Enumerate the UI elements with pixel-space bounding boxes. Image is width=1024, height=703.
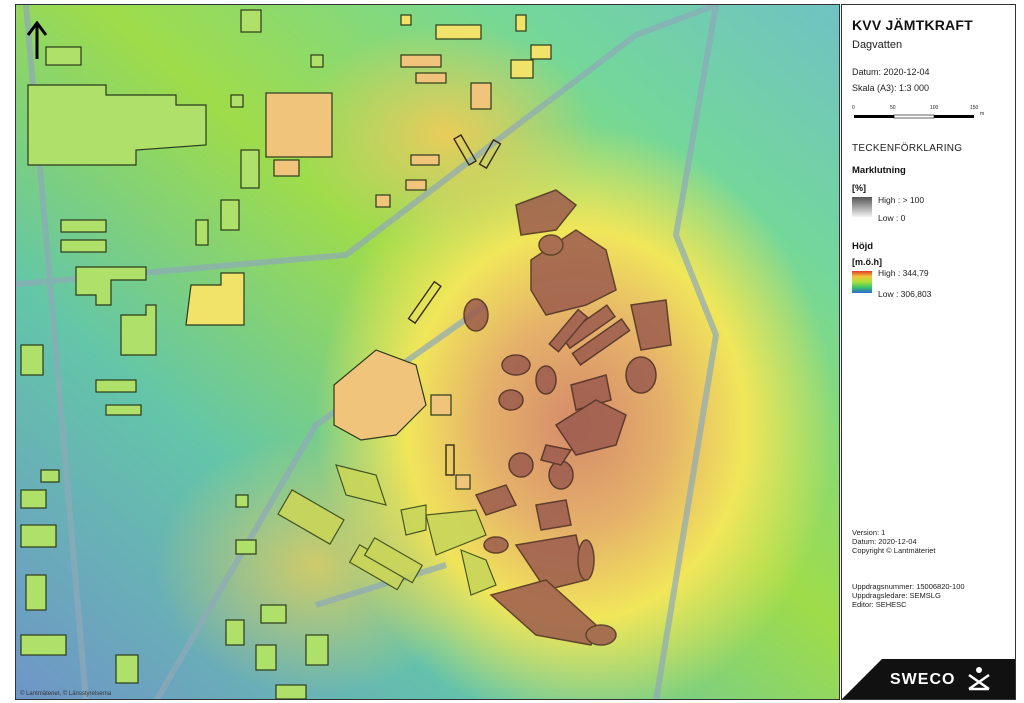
north-arrow-icon <box>26 21 48 61</box>
slope-unit: [%] <box>852 183 866 193</box>
copyright-meta: Copyright © Lantmäteriet <box>852 546 936 555</box>
height-unit: [m.ö.h] <box>852 257 882 267</box>
height-low: Low : 306,803 <box>878 289 932 299</box>
slope-swatch <box>852 197 872 217</box>
map-view[interactable]: © Lantmäteriet, © Länsstyrelserna <box>15 4 840 700</box>
map-copyright: © Lantmäteriet, © Länsstyrelserna <box>20 691 112 697</box>
project-number: Uppdragsnummer: 15006820-100 <box>852 582 965 591</box>
scale-tick: 150 <box>970 105 979 111</box>
scale-tick: 0 <box>852 105 855 111</box>
editor: Editor: SEHESC <box>852 600 907 609</box>
height-label: Höjd <box>852 241 874 252</box>
elevation-map <box>16 5 839 699</box>
legend-heading: TECKENFÖRKLARING <box>852 143 963 154</box>
date-meta: Datum: 2020-12-04 <box>852 537 917 546</box>
logo-footer: SWECO <box>842 659 1015 699</box>
project-manager: Uppdragsledare: SEMSLG <box>852 591 941 600</box>
sweco-logo-text: SWECO <box>890 671 956 688</box>
legend-panel: KVV JÄMTKRAFT Dagvatten Datum: 2020-12-0… <box>841 4 1016 700</box>
sweco-logo-icon <box>966 665 992 698</box>
slope-label: Marklutning <box>852 165 906 176</box>
scale-unit: m <box>980 111 985 117</box>
version: Version: 1 <box>852 528 886 537</box>
slope-low: Low : 0 <box>878 213 906 223</box>
map-subtitle: Dagvatten <box>852 39 903 51</box>
scale-tick: 100 <box>930 105 939 111</box>
map-scale: Skala (A3): 1:3 000 <box>852 83 930 93</box>
height-high: High : 344,79 <box>878 268 929 278</box>
slope-high: High : > 100 <box>878 195 925 205</box>
scale-bar: 0 50 100 150 m <box>852 105 985 125</box>
height-swatch <box>852 271 872 293</box>
map-title: KVV JÄMTKRAFT <box>852 17 973 33</box>
scale-tick: 50 <box>890 105 896 111</box>
map-date: Datum: 2020-12-04 <box>852 67 930 77</box>
